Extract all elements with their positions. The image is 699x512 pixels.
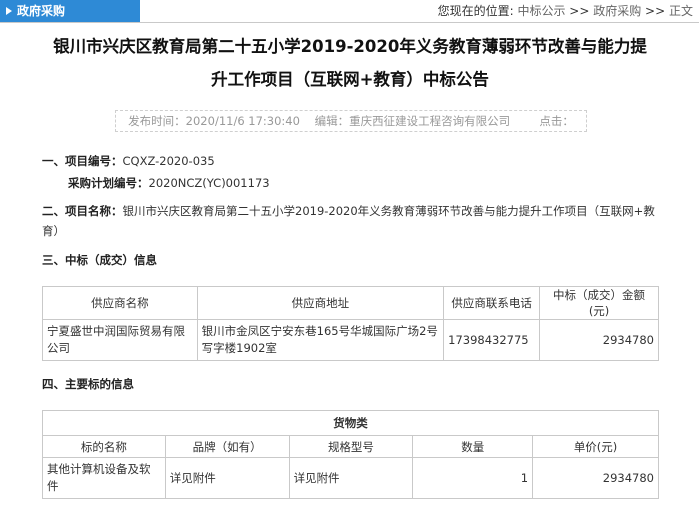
publish-time: 2020/11/6 17:30:40 — [185, 114, 300, 128]
table-row: 其他计算机设备及软件 详见附件 详见附件 1 2934780 — [42, 457, 659, 499]
items-table: 货物类 标的名称 品牌（如有） 规格型号 数量 单价(元) 其他计算机设备及软件… — [42, 410, 659, 499]
editor-label: 编辑： — [314, 114, 350, 128]
award-table: 供应商名称 供应商地址 供应商联系电话 中标（成交）金额(元) 宁夏盛世中润国际… — [42, 286, 659, 361]
section-tab[interactable]: 政府采购 — [0, 0, 140, 22]
cell-supplier-name: 宁夏盛世中润国际贸易有限公司 — [42, 319, 198, 361]
title-line-2: 升工作项目（互联网+教育）中标公告 — [211, 70, 489, 89]
section-tab-label: 政府采购 — [17, 4, 66, 18]
article-meta: 发布时间：2020/11/6 17:30:40 编辑：重庆西征建设工程咨询有限公… — [115, 110, 587, 132]
cell-unit-price: 2934780 — [532, 457, 659, 499]
header-quantity: 数量 — [412, 435, 534, 458]
table-row: 宁夏盛世中润国际贸易有限公司 银川市金凤区宁安东巷165号华城国际广场2号写字楼… — [42, 319, 659, 361]
cell-supplier-phone: 17398432775 — [443, 319, 541, 361]
section-project-name: 二、项目名称：银川市兴庆区教育局第二十五小学2019-2020年义务教育薄弱环节… — [42, 201, 657, 241]
project-name-value: 银川市兴庆区教育局第二十五小学2019-2020年义务教育薄弱环节改善与能力提升… — [42, 204, 655, 238]
cell-quantity: 1 — [412, 457, 534, 499]
plan-number-label: 采购计划编号： — [68, 176, 149, 190]
top-bar: 政府采购 您现在的位置: 中标公示 >> 政府采购 >> 正文 — [0, 0, 699, 23]
cell-award-amount: 2934780 — [539, 319, 659, 361]
breadcrumb-separator: >> — [565, 4, 594, 18]
cell-item-name: 其他计算机设备及软件 — [42, 457, 166, 499]
publish-label: 发布时间： — [128, 114, 186, 128]
header-item-name: 标的名称 — [42, 435, 166, 458]
cell-brand: 详见附件 — [164, 457, 290, 499]
header-award-amount: 中标（成交）金额(元) — [539, 286, 659, 320]
clicks-label: 点击： — [539, 114, 574, 128]
section-plan-number: 采购计划编号：2020NCZ(YC)001173 — [68, 175, 270, 191]
table-header-row: 标的名称 品牌（如有） 规格型号 数量 单价(元) — [42, 435, 659, 458]
arrow-right-icon — [6, 7, 12, 15]
breadcrumb-item-article: 正文 — [668, 4, 693, 18]
section-project-number: 一、项目编号：CQXZ-2020-035 — [42, 153, 215, 169]
breadcrumb-separator: >> — [641, 4, 669, 18]
breadcrumb-item-gov-procurement[interactable]: 政府采购 — [593, 4, 641, 18]
header-supplier-phone: 供应商联系电话 — [443, 286, 541, 320]
header-supplier-name: 供应商名称 — [42, 286, 198, 320]
plan-number-value: 2020NCZ(YC)001173 — [148, 176, 270, 190]
title-line-1: 银川市兴庆区教育局第二十五小学2019-2020年义务教育薄弱环节改善与能力提 — [53, 37, 647, 56]
location-label: 您现在的位置: — [437, 4, 514, 18]
header-brand: 品牌（如有） — [164, 435, 290, 458]
project-number-value: CQXZ-2020-035 — [122, 154, 215, 168]
section-4-heading: 四、主要标的信息 — [42, 377, 134, 391]
project-name-label: 项目名称： — [65, 204, 123, 218]
breadcrumb-item-award-notice[interactable]: 中标公示 — [517, 4, 565, 18]
header-spec: 规格型号 — [288, 435, 414, 458]
section-award-heading: 三、中标（成交）信息 — [42, 252, 157, 268]
breadcrumb: 您现在的位置: 中标公示 >> 政府采购 >> 正文 — [438, 0, 693, 22]
header-supplier-address: 供应商地址 — [196, 286, 445, 320]
project-number-label: 项目编号： — [65, 154, 123, 168]
editor-name: 重庆西征建设工程咨询有限公司 — [349, 114, 511, 128]
section-2-heading: 二、 — [42, 204, 65, 218]
section-3-heading: 三、中标（成交）信息 — [42, 253, 157, 267]
section-items-heading: 四、主要标的信息 — [42, 376, 134, 392]
cell-supplier-address: 银川市金凤区宁安东巷165号华城国际广场2号写字楼1902室 — [196, 319, 445, 361]
page-title: 银川市兴庆区教育局第二十五小学2019-2020年义务教育薄弱环节改善与能力提 … — [18, 30, 682, 96]
table-header-row: 供应商名称 供应商地址 供应商联系电话 中标（成交）金额(元) — [42, 286, 659, 320]
items-table-caption: 货物类 — [42, 410, 659, 436]
table-caption-row: 货物类 — [42, 410, 659, 436]
header-unit-price: 单价(元) — [532, 435, 659, 458]
cell-spec: 详见附件 — [288, 457, 414, 499]
section-1-heading: 一、 — [42, 154, 65, 168]
